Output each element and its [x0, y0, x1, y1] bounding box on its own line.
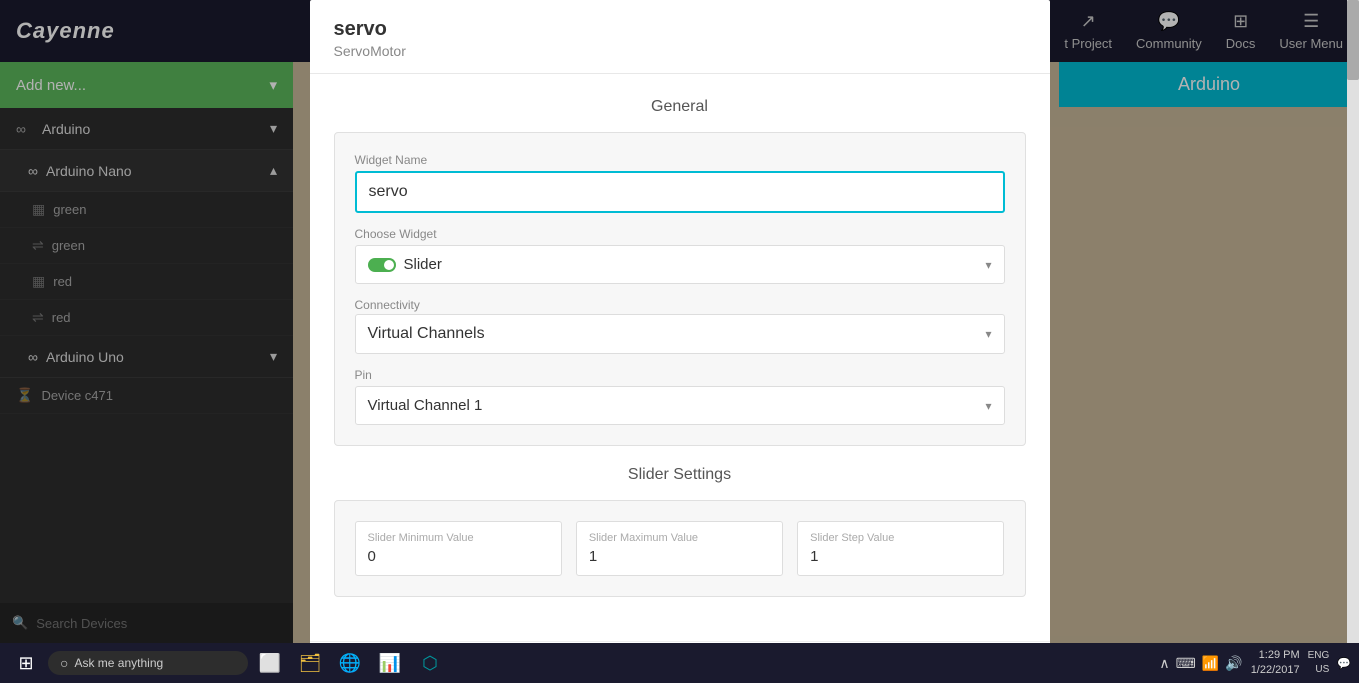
slider-min-value: 0 [368, 548, 549, 565]
connectivity-field: Connectivity Virtual Channels ▾ [355, 298, 1005, 354]
taskbar-system-icons: ∧ ⌨ 📶 🔊 [1159, 655, 1242, 672]
taskbar-start-button[interactable]: ⊞ [8, 647, 44, 679]
slider-settings-row: Slider Minimum Value 0 Slider Maximum Va… [355, 521, 1005, 576]
slider-min-field: Slider Minimum Value 0 [355, 521, 562, 576]
modal-overlay: servo ServoMotor General Widget Name Cho… [0, 0, 1359, 683]
modal-header: servo ServoMotor [310, 0, 1050, 74]
taskbar-time: 1:29 PM [1251, 648, 1300, 663]
pin-value: Virtual Channel 1 [368, 397, 483, 414]
pin-label: Pin [355, 368, 1005, 382]
taskbar-notification-icon[interactable]: 💬 [1337, 657, 1351, 670]
modal-dialog: servo ServoMotor General Widget Name Cho… [310, 0, 1050, 683]
connectivity-value: Virtual Channels [368, 325, 485, 343]
widget-name-field: Widget Name [355, 153, 1005, 213]
choose-widget-field: Choose Widget Slider ▾ [355, 227, 1005, 284]
pin-field: Pin Virtual Channel 1 ▾ [355, 368, 1005, 425]
taskbar-app-explorer[interactable]: 🗂 [292, 647, 328, 679]
choose-widget-selected: Slider [368, 256, 442, 273]
keyboard-icon: ⌨ [1176, 655, 1196, 672]
choose-widget-select[interactable]: Slider ▾ [355, 245, 1005, 284]
choose-widget-chevron-icon: ▾ [985, 258, 991, 272]
widget-name-label: Widget Name [355, 153, 1005, 167]
slider-max-label: Slider Maximum Value [589, 532, 770, 544]
taskbar-right: ∧ ⌨ 📶 🔊 1:29 PM 1/22/2017 ENG US 💬 [1159, 648, 1351, 679]
taskbar-search-circle-icon: ○ [60, 655, 68, 671]
taskbar-app-arduino[interactable]: ⬡ [412, 647, 448, 679]
taskbar-search-label: Ask me anything [74, 656, 163, 670]
taskbar-app-task-view[interactable]: ⬜ [252, 647, 288, 679]
connectivity-select[interactable]: Virtual Channels ▾ [355, 314, 1005, 354]
pin-selected: Virtual Channel 1 [368, 397, 483, 414]
general-form-card: Widget Name Choose Widget Slider ▾ [334, 132, 1026, 446]
modal-title: servo [334, 18, 1026, 41]
connectivity-label: Connectivity [355, 298, 1005, 312]
page-scrollbar[interactable] [1347, 0, 1359, 643]
taskbar: ⊞ ○ Ask me anything ⬜ 🗂 🌐 📊 ⬡ ∧ ⌨ 📶 🔊 1:… [0, 643, 1359, 683]
slider-settings-card: Slider Minimum Value 0 Slider Maximum Va… [334, 500, 1026, 597]
slider-step-label: Slider Step Value [810, 532, 991, 544]
connectivity-selected: Virtual Channels [368, 325, 485, 343]
scrollbar-thumb[interactable] [1347, 0, 1359, 80]
slider-max-field: Slider Maximum Value 1 [576, 521, 783, 576]
taskbar-locale-lang: ENG [1308, 649, 1330, 663]
pin-select[interactable]: Virtual Channel 1 ▾ [355, 386, 1005, 425]
connectivity-chevron-icon: ▾ [985, 327, 991, 341]
taskbar-search[interactable]: ○ Ask me anything [48, 651, 248, 675]
system-tray-icon: ∧ [1159, 655, 1169, 672]
slider-max-value: 1 [589, 548, 770, 565]
slider-step-field: Slider Step Value 1 [797, 521, 1004, 576]
taskbar-date: 1/22/2017 [1251, 663, 1300, 678]
slider-widget-icon [368, 258, 396, 272]
taskbar-clock: 1:29 PM 1/22/2017 [1251, 648, 1300, 679]
slider-step-value: 1 [810, 548, 991, 565]
taskbar-locale-region: US [1308, 663, 1330, 677]
modal-subtitle: ServoMotor [334, 43, 1026, 59]
taskbar-app-powerpoint[interactable]: 📊 [372, 647, 408, 679]
modal-body: General Widget Name Choose Widget Slider [310, 74, 1050, 641]
general-section-label: General [334, 98, 1026, 116]
taskbar-locale: ENG US [1308, 649, 1330, 677]
volume-icon: 🔊 [1225, 655, 1242, 672]
choose-widget-value: Slider [404, 256, 442, 273]
slider-settings-label: Slider Settings [334, 466, 1026, 484]
widget-name-input[interactable] [355, 171, 1005, 213]
pin-chevron-icon: ▾ [985, 399, 991, 413]
wifi-icon: 📶 [1202, 655, 1219, 672]
taskbar-app-chrome[interactable]: 🌐 [332, 647, 368, 679]
choose-widget-label: Choose Widget [355, 227, 1005, 241]
slider-min-label: Slider Minimum Value [368, 532, 549, 544]
